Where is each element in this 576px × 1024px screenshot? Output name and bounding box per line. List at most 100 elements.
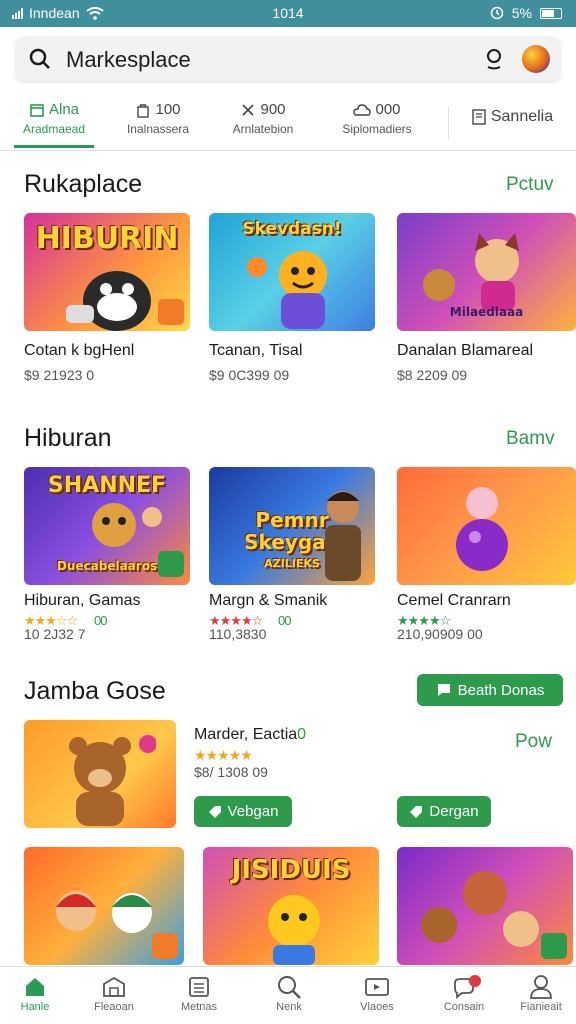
tab-label-top: 900	[260, 101, 286, 118]
product-card-image[interactable]	[397, 467, 576, 585]
product-price: $9 0C399 09	[209, 367, 290, 383]
product-name[interactable]: Tcanan, Tisal	[209, 342, 302, 360]
image-title: Skevdasn!	[242, 219, 342, 239]
tab-label-top: Alna	[48, 101, 80, 118]
section-title: Rukaplace	[24, 170, 143, 198]
image-title: JISIDUIS	[231, 855, 351, 885]
avatar[interactable]	[522, 45, 550, 73]
search-input[interactable]: Markesplace	[66, 47, 191, 73]
category-tabs: Alna Aradmaead 100 Inalnassera 900 Arnla…	[0, 95, 576, 151]
section-see-all-link[interactable]: Bamv	[506, 428, 555, 450]
product-name[interactable]: Danalan Blamareal	[397, 342, 533, 360]
mascot-illustration	[456, 487, 508, 571]
nav-item-store[interactable]: Fleaoan	[79, 973, 149, 1013]
section-title: Hiburan	[24, 424, 112, 452]
nav-item-home[interactable]: Hanle	[0, 973, 70, 1013]
nav-label: Metnas	[180, 1001, 218, 1013]
download-badge-icon	[158, 551, 184, 577]
status-bar: Inndean 1014 5%	[0, 0, 576, 27]
product-card-image[interactable]: HIBURIN	[24, 213, 190, 331]
store-badge-icon	[152, 933, 178, 959]
product-price: 10 2J32 7	[24, 626, 86, 642]
tab-alna[interactable]: Alna Aradmaead	[14, 101, 94, 136]
tab-label-top: 100	[155, 101, 181, 118]
product-price: $9 21923 0	[24, 367, 95, 383]
product-price: $8 2209 09	[397, 367, 468, 383]
tab-label-bottom: Siplomadiers	[342, 122, 412, 136]
search-icon	[29, 48, 50, 69]
product-name[interactable]: Margn & Smanik	[209, 592, 327, 610]
search-header: Markesplace	[0, 27, 576, 95]
nav-label: Nenk	[276, 1001, 302, 1013]
tab-900[interactable]: 900 Arnlatebion	[222, 101, 304, 136]
product-name[interactable]: Cemel Cranrarn	[397, 592, 511, 610]
battery-percent: 5%	[511, 5, 532, 21]
tools-icon	[242, 103, 255, 116]
product-card-image[interactable]: Skevdasn!	[209, 213, 375, 331]
search-icon	[278, 976, 301, 999]
featured-card-image[interactable]	[24, 720, 176, 828]
nav-item-menus[interactable]: Metnas	[164, 973, 234, 1013]
featured-name-text: Marder, Eactia	[194, 726, 298, 743]
tab-divider	[448, 107, 449, 139]
alarm-icon	[490, 6, 504, 20]
featured-name-suffix: 0	[297, 726, 307, 743]
tab-000[interactable]: 000 Siplomadiers	[334, 101, 420, 136]
active-tab-indicator	[14, 145, 94, 148]
nav-item-consain[interactable]: Consain	[429, 973, 499, 1013]
bag-icon	[137, 103, 150, 118]
header-action-label: Beath Donas	[457, 681, 545, 699]
image-title: SHANNEF	[47, 473, 167, 498]
rating-count: 00	[278, 613, 292, 628]
store-icon	[30, 103, 44, 117]
character-illustration	[325, 491, 361, 581]
notification-badge	[469, 975, 481, 987]
featured-primary-button[interactable]: Vebgan	[194, 796, 292, 827]
nav-label: Fianieait	[520, 1001, 562, 1013]
mascot-illustration	[423, 233, 519, 311]
product-name[interactable]: Hiburan, Gamas	[24, 592, 141, 610]
tab-label-top: Sannelia	[490, 108, 554, 125]
featured-secondary-button[interactable]: Dergan	[397, 796, 491, 827]
tab-sannelia[interactable]: Sannelia	[462, 108, 562, 126]
product-card-image[interactable]: JISIDUIS	[203, 847, 379, 965]
rating-count: 00	[94, 613, 108, 628]
bear-illustration	[69, 735, 156, 826]
product-card-image[interactable]: Milaedlaaa	[397, 213, 576, 331]
tab-100[interactable]: 100 Inalnassera	[118, 101, 198, 136]
video-icon	[365, 978, 389, 996]
nav-item-videos[interactable]: Vlaoes	[342, 973, 412, 1013]
product-card-image[interactable]: SHANNEF Duecabelaaros	[24, 467, 190, 585]
nav-label: Hanle	[20, 1001, 50, 1013]
status-right: 5%	[490, 5, 562, 21]
tab-label-bottom: Inalnassera	[126, 122, 190, 136]
battery-icon	[540, 7, 562, 19]
featured-secondary-label: Dergan	[429, 803, 479, 820]
user-icon[interactable]	[484, 48, 504, 70]
product-price: 210,90909 00	[397, 626, 483, 642]
bottom-navigation: Hanle Fleaoan Metnas Nenk Vlaoes Consain…	[0, 966, 576, 1024]
section-see-all-link[interactable]: Pctuv	[506, 174, 554, 196]
section-see-all-link[interactable]: Pow	[515, 731, 552, 753]
product-price: 110,3830	[209, 626, 267, 642]
tab-label-top: 000	[375, 101, 401, 118]
product-card-image[interactable]	[397, 847, 573, 965]
nav-label: Fleaoan	[94, 1001, 134, 1013]
product-price: $8/ 1308 09	[194, 764, 268, 780]
tab-label-bottom: Arnlatebion	[232, 122, 294, 136]
chat-icon	[437, 684, 450, 696]
profile-icon	[530, 975, 552, 999]
product-card-image[interactable]: Pemnr Skeygan AZILIEKS	[209, 467, 375, 585]
nav-item-profile[interactable]: Fianieait	[506, 973, 576, 1013]
nav-label: Vlaoes	[360, 1001, 394, 1013]
product-name[interactable]: Cotan k bgHenl	[24, 342, 134, 360]
nav-item-search[interactable]: Nenk	[254, 973, 324, 1013]
product-card-image[interactable]	[24, 847, 184, 965]
section-title: Jamba Gose	[24, 677, 166, 705]
document-icon	[472, 109, 486, 125]
header-action-button[interactable]: Beath Donas	[417, 674, 563, 706]
search-bar[interactable]: Markesplace	[16, 37, 560, 81]
cloud-icon	[353, 103, 372, 116]
featured-product-name[interactable]: Marder, Eactia0	[194, 726, 306, 744]
tag-icon	[208, 805, 221, 818]
